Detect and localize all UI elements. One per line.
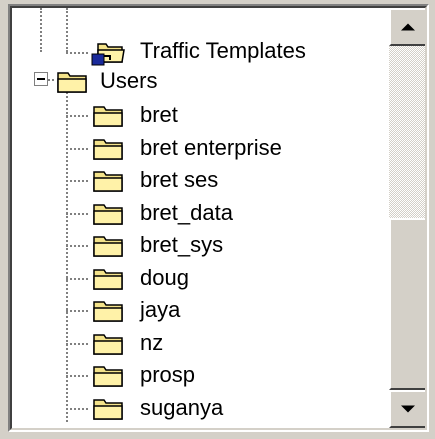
vertical-scrollbar[interactable] [389,8,425,428]
folder-icon [57,72,87,93]
tree-item[interactable]: doug [12,261,389,297]
tree-guide-line [66,245,88,247]
tree-item-users[interactable]: Users [12,64,389,100]
tree-guide-line [66,147,88,150]
tree-item[interactable]: suganya [12,391,389,427]
folder-icon [93,171,123,192]
arrow-up-icon [401,23,415,31]
tree-item[interactable]: jaya [12,293,389,329]
tree-item-label: bret_sys [140,232,224,257]
tree-item-label: prosp [140,362,196,387]
shortcut-folder-icon [91,43,125,66]
tree-item-label: Users [100,68,158,93]
tree-item[interactable]: bret [12,98,389,134]
tree-guide-line [66,115,88,117]
tree-item-label: bret [140,102,178,127]
tree-guide-line [66,180,88,182]
tree-panel: Traffic Templates Users bret bret enterpr… [8,4,429,432]
tree-item-label: nz [140,329,164,355]
tree-item[interactable]: bret ses [12,163,389,199]
folder-icon [93,106,123,127]
tree-item-label: bret enterprise [140,134,282,160]
tree-item[interactable]: prosp [12,358,389,394]
tree-guide-line [66,212,88,215]
tree-guide-line [66,342,88,345]
scroll-up-button[interactable] [389,8,425,46]
tree-guide-line [66,277,88,280]
tree-guide-line [66,407,88,410]
tree-item[interactable]: bret_sys [12,228,389,264]
folder-tree[interactable]: Traffic Templates Users bret bret enterpr… [12,8,389,428]
arrow-down-icon [401,405,415,413]
scroll-thumb[interactable] [389,218,425,390]
folder-icon [93,333,123,355]
tree-window: Traffic Templates Users bret bret enterpr… [0,0,435,439]
folder-icon [93,203,123,225]
tree-guide-line [66,310,88,312]
folder-icon [93,268,123,290]
folder-icon [93,301,123,322]
folder-icon [93,366,123,387]
tree-item-label: bret ses [140,167,219,192]
tree-guide-line [66,375,88,377]
tree-item-label: Traffic Templates [140,38,306,63]
folder-icon [93,236,123,257]
tree-item[interactable]: bret_data [12,196,389,232]
tree-item[interactable]: bret enterprise [12,131,389,167]
scroll-down-button[interactable] [389,390,425,428]
tree-item-label: bret_data [140,199,233,225]
tree-item-label: suganya [140,394,224,420]
folder-icon [93,398,123,420]
tree-item[interactable]: nz [12,326,389,362]
tree-item-label: doug [140,264,189,290]
tree-item-label: jaya [140,297,181,322]
folder-icon [93,138,123,160]
